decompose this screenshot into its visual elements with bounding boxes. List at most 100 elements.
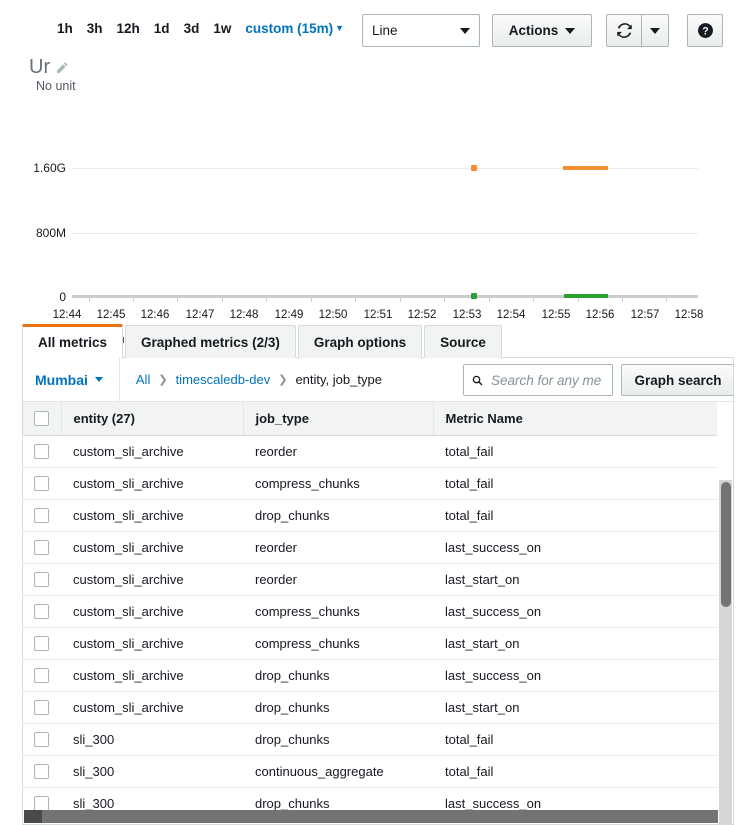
table-row[interactable]: custom_sli_archive compress_chunks total… xyxy=(23,467,717,500)
table-row[interactable]: custom_sli_archive drop_chunks last_succ… xyxy=(23,659,717,692)
x-tick-label: 12:58 xyxy=(674,309,704,321)
table-horizontal-scrollbar-thumb[interactable] xyxy=(24,810,42,823)
x-tick xyxy=(266,297,267,302)
row-checkbox[interactable] xyxy=(34,539,49,555)
table-row[interactable]: custom_sli_archive compress_chunks last_… xyxy=(23,595,717,628)
table-horizontal-scrollbar[interactable] xyxy=(24,810,718,823)
chart-type-select[interactable]: Line xyxy=(362,14,480,47)
select-all-checkbox[interactable] xyxy=(34,410,49,426)
table-vertical-scrollbar-thumb[interactable] xyxy=(721,482,731,607)
cell-job-type: drop_chunks xyxy=(243,691,433,724)
row-checkbox[interactable] xyxy=(34,795,49,811)
help-circle-icon: ? xyxy=(697,23,713,38)
cell-metric-name: total_fail xyxy=(433,467,717,500)
time-range-3d[interactable]: 3d xyxy=(177,19,207,39)
row-select-cell xyxy=(23,691,61,724)
column-header-entity[interactable]: entity (27) xyxy=(61,402,244,436)
breadcrumb-item-dimensions: entity, job_type xyxy=(295,372,382,387)
row-select-cell xyxy=(23,595,61,628)
row-select-cell xyxy=(23,467,61,500)
table-row[interactable]: sli_300 continuous_aggregate total_fail xyxy=(23,755,717,788)
tab-graph-options[interactable]: Graph options xyxy=(297,325,423,358)
row-checkbox[interactable] xyxy=(34,603,49,619)
column-header-job-type[interactable]: job_type xyxy=(243,402,434,436)
cell-metric-name: total_fail xyxy=(433,499,717,532)
cell-entity: sli_300 xyxy=(61,755,243,788)
select-all-header xyxy=(23,402,62,436)
chart-plot-area[interactable]: 1.60G 800M 0 12:44 12:45 12:46 12:47 12:… xyxy=(0,56,746,321)
graph-search-button[interactable]: Graph search xyxy=(621,364,733,396)
row-checkbox[interactable] xyxy=(34,635,49,651)
breadcrumb-item-namespace[interactable]: timescaledb-dev xyxy=(176,372,271,387)
cell-entity: custom_sli_archive xyxy=(61,435,243,468)
time-range-3h[interactable]: 3h xyxy=(80,19,110,39)
time-range-1h[interactable]: 1h xyxy=(50,19,80,39)
refresh-icon xyxy=(616,23,632,38)
refresh-options-button[interactable] xyxy=(641,14,669,47)
time-range-1w[interactable]: 1w xyxy=(206,19,238,39)
row-checkbox[interactable] xyxy=(34,699,49,715)
row-select-cell xyxy=(23,531,61,564)
x-tick-label: 12:56 xyxy=(585,309,615,321)
table-row[interactable]: custom_sli_archive drop_chunks last_star… xyxy=(23,691,717,724)
chevron-down-icon xyxy=(460,27,470,34)
y-tick-label-2: 0 xyxy=(59,290,66,304)
x-tick xyxy=(311,297,312,302)
tab-source[interactable]: Source xyxy=(424,325,502,358)
time-range-selector: 1h 3h 12h 1d 3d 1w custom (15m) ▼ xyxy=(50,19,348,39)
row-checkbox[interactable] xyxy=(34,763,49,779)
breadcrumb-item-all[interactable]: All xyxy=(136,372,150,387)
cell-job-type: drop_chunks xyxy=(243,499,433,532)
tab-all-metrics[interactable]: All metrics xyxy=(22,324,124,358)
panel-resize-handle[interactable]: ··· xyxy=(367,303,383,316)
search-icon xyxy=(472,375,483,385)
row-checkbox[interactable] xyxy=(34,667,49,683)
breadcrumb-separator-icon: ❯ xyxy=(278,374,288,386)
cell-metric-name: total_fail xyxy=(433,435,717,468)
table-row[interactable]: custom_sli_archive reorder total_fail xyxy=(23,435,717,468)
x-tick-label: 12:47 xyxy=(185,309,215,321)
cell-job-type: compress_chunks xyxy=(243,467,433,500)
row-checkbox[interactable] xyxy=(34,571,49,587)
time-range-12h[interactable]: 12h xyxy=(110,19,147,39)
row-checkbox[interactable] xyxy=(34,475,49,491)
metrics-table-container[interactable]: entity (27) job_type Metric Name custom_… xyxy=(23,402,733,824)
tab-panel-all-metrics: Mumbai All ❯ timescaledb-dev ❯ entity, j… xyxy=(22,358,734,825)
table-header-row: entity (27) job_type Metric Name xyxy=(23,402,717,436)
tab-graphed-metrics[interactable]: Graphed metrics (2/3) xyxy=(125,325,296,358)
search-input[interactable] xyxy=(489,371,604,389)
series-segment-total-fail xyxy=(564,294,608,298)
cell-job-type: reorder xyxy=(243,531,433,564)
x-tick xyxy=(666,297,667,302)
actions-button[interactable]: Actions xyxy=(492,14,592,47)
x-tick xyxy=(133,297,134,302)
table-row[interactable]: custom_sli_archive compress_chunks last_… xyxy=(23,627,717,660)
tab-bar: All metrics Graphed metrics (2/3) Graph … xyxy=(22,324,504,358)
x-tick-label: 12:48 xyxy=(229,309,259,321)
table-row[interactable]: custom_sli_archive reorder last_start_on xyxy=(23,563,717,596)
column-header-metric-name[interactable]: Metric Name xyxy=(433,402,717,436)
cell-job-type: compress_chunks xyxy=(243,595,433,628)
help-button[interactable]: ? xyxy=(687,14,723,47)
table-row[interactable]: custom_sli_archive reorder last_success_… xyxy=(23,531,717,564)
row-select-cell xyxy=(23,755,61,788)
chevron-down-icon[interactable]: ▼ xyxy=(335,23,344,33)
row-checkbox[interactable] xyxy=(34,507,49,523)
x-tick-label: 12:45 xyxy=(96,309,126,321)
cell-job-type: compress_chunks xyxy=(243,627,433,660)
table-row[interactable]: custom_sli_archive drop_chunks total_fai… xyxy=(23,499,717,532)
cell-entity: custom_sli_archive xyxy=(61,627,243,660)
region-selector[interactable]: Mumbai xyxy=(23,358,120,402)
table-row[interactable]: sli_300 drop_chunks total_fail xyxy=(23,723,717,756)
search-box[interactable] xyxy=(463,364,613,396)
chart-panel: Ur No unit 1.60G 800M 0 12:44 12:45 12:4… xyxy=(0,56,746,346)
x-tick xyxy=(400,297,401,302)
row-checkbox[interactable] xyxy=(34,443,49,459)
x-tick xyxy=(177,297,178,302)
time-range-1d[interactable]: 1d xyxy=(147,19,177,39)
refresh-button[interactable] xyxy=(606,14,642,47)
row-checkbox[interactable] xyxy=(34,731,49,747)
time-range-custom[interactable]: custom (15m) xyxy=(238,19,335,39)
cell-entity: custom_sli_archive xyxy=(61,531,243,564)
chevron-down-icon xyxy=(94,377,103,382)
